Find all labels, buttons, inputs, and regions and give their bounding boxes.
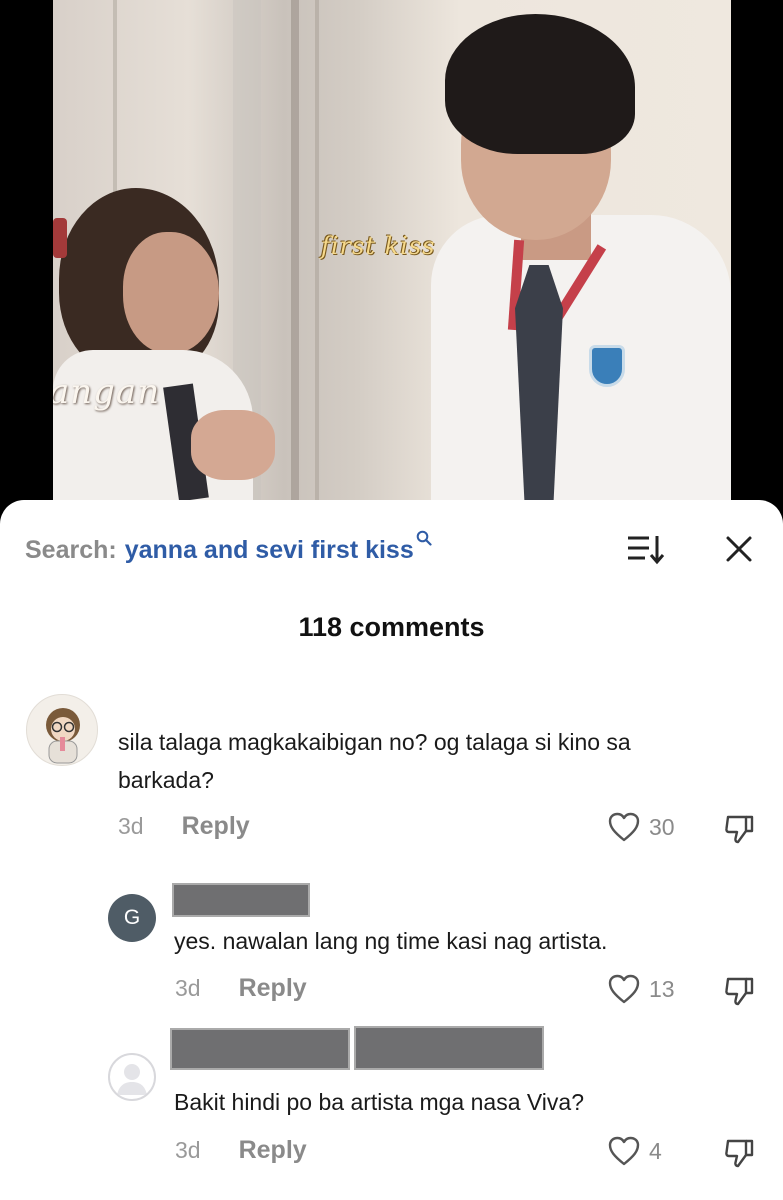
search-icon <box>416 530 432 546</box>
like-button[interactable]: 4 <box>607 1135 662 1167</box>
search-query-link[interactable]: yanna and sevi first kiss <box>125 536 414 565</box>
like-button[interactable]: 13 <box>607 973 675 1005</box>
dislike-icon[interactable] <box>722 1136 756 1170</box>
search-prefix: Search: <box>25 536 117 564</box>
reply-button[interactable]: Reply <box>182 812 250 841</box>
sort-icon[interactable] <box>625 532 667 566</box>
heart-icon <box>608 812 640 842</box>
comment-time: 3d <box>175 1137 201 1163</box>
avatar[interactable] <box>26 694 98 766</box>
girl-hands <box>191 410 275 480</box>
dislike-icon[interactable] <box>722 812 756 846</box>
video-player[interactable]: first kiss angan <box>0 0 783 520</box>
heart-icon <box>608 1136 640 1166</box>
comment-meta: 3d Reply <box>118 812 250 841</box>
heart-icon <box>608 974 640 1004</box>
like-count: 13 <box>649 975 675 1002</box>
comments-count: 118 comments <box>298 612 485 642</box>
girl-ribbon <box>53 218 67 258</box>
search-suggestion[interactable]: Search: yanna and sevi first kiss <box>25 530 432 566</box>
school-badge <box>589 345 625 387</box>
like-button[interactable]: 30 <box>607 811 675 843</box>
comment-text: yes. nawalan lang ng time kasi nag artis… <box>174 928 608 954</box>
redacted-username <box>354 1026 544 1070</box>
wall-detail <box>315 0 319 500</box>
avatar[interactable] <box>108 1053 156 1101</box>
dislike-icon[interactable] <box>722 974 756 1008</box>
close-icon[interactable] <box>720 530 758 568</box>
comment-meta: 3d Reply <box>175 1136 307 1165</box>
reply-button[interactable]: Reply <box>239 1136 307 1165</box>
boy-hair <box>445 14 635 154</box>
comment-time: 3d <box>175 975 201 1001</box>
like-count: 4 <box>649 1137 662 1164</box>
video-overlay-text: first kiss <box>321 232 436 260</box>
video-overlay-text: angan <box>53 372 161 412</box>
like-count: 30 <box>649 813 675 840</box>
comment-text: Bakit hindi po ba artista mga nasa Viva? <box>174 1089 584 1115</box>
comment-time: 3d <box>118 813 144 839</box>
redacted-username <box>170 1028 350 1070</box>
redacted-username <box>172 883 310 917</box>
comment-text: sila talaga magkakaibigan no? og talaga … <box>118 729 631 793</box>
avatar[interactable]: G <box>108 894 156 942</box>
reply-button[interactable]: Reply <box>239 974 307 1003</box>
comment-meta: 3d Reply <box>175 974 307 1003</box>
illustrated-avatar-icon <box>46 708 80 764</box>
wall-detail <box>291 0 299 500</box>
video-frame: first kiss angan <box>53 0 731 500</box>
comments-sheet: Search: yanna and sevi first kiss 118 co… <box>0 500 783 1200</box>
default-avatar-icon <box>117 1064 147 1095</box>
girl-face <box>123 232 219 354</box>
